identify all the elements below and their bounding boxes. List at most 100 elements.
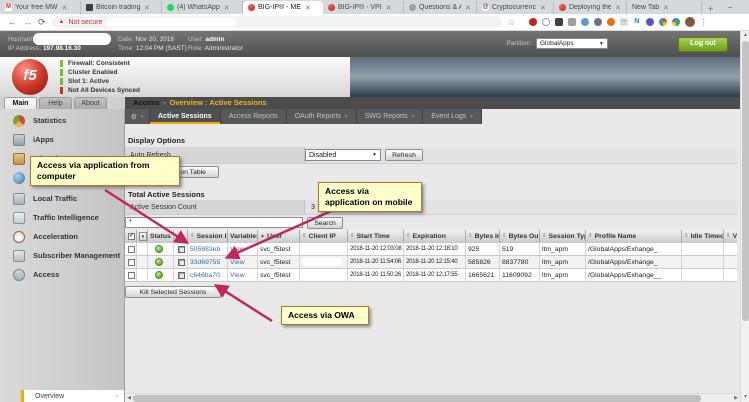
profile-avatar[interactable] — [685, 17, 695, 27]
extension-icon-ring[interactable] — [542, 18, 550, 26]
select-all-checkbox[interactable] — [128, 233, 135, 240]
browser-tab[interactable]: Deploying the ✕ — [554, 1, 627, 14]
tab-close-icon[interactable]: ✕ — [615, 4, 621, 12]
search-input[interactable] — [125, 217, 303, 228]
sidebar-item-statistics[interactable]: Statistics — [0, 111, 125, 130]
auto-refresh-select[interactable]: Disabled ▼ — [305, 149, 381, 161]
bookmark-star-icon[interactable]: ☆ — [508, 18, 515, 27]
tab-event-logs[interactable]: Event Logs ▾ — [423, 109, 482, 124]
browser-tab[interactable]: (4) WhatsApp ✕ — [162, 1, 243, 14]
col-session-id[interactable]: Session ID — [197, 233, 228, 240]
extension-icon-eye[interactable] — [594, 18, 602, 26]
variables-view-link[interactable]: View — [230, 272, 245, 279]
col-start-time[interactable]: Start Time — [357, 233, 390, 240]
scroll-right-icon[interactable]: ▶ — [732, 394, 740, 402]
logout-button[interactable]: Log out — [678, 37, 728, 52]
tab-swg-reports[interactable]: SWG Reports ▾ — [357, 109, 424, 124]
browser-tab[interactable]: New Tab ✕ — [627, 1, 702, 14]
col-valid[interactable]: Valid — [733, 233, 737, 240]
scroll-left-icon[interactable]: ◀ — [125, 394, 133, 402]
col-status[interactable]: Status — [150, 233, 171, 240]
col-bytes-in[interactable]: Bytes In — [475, 233, 500, 240]
sidebar-item-subscriber-management[interactable]: Subscriber Management — [0, 246, 125, 265]
session-id-link[interactable]: c646ba70 — [190, 272, 220, 279]
row-checkbox[interactable] — [128, 272, 135, 279]
tab-close-icon[interactable]: ✕ — [465, 4, 471, 12]
extension-icon-n[interactable]: N — [633, 18, 641, 26]
extension-icon-square[interactable] — [568, 18, 576, 26]
search-button[interactable]: Search — [307, 217, 343, 229]
scroll-down-icon[interactable]: ▼ — [741, 393, 749, 402]
tab-active-sessions[interactable]: Active Sessions — [150, 109, 221, 124]
tab-oauth-reports[interactable]: OAuth Reports ▾ — [287, 109, 357, 124]
header-dropdown-icon[interactable]: ▼ — [139, 232, 147, 241]
browser-tab-active[interactable]: BIG-IP® - ME ✕ — [243, 1, 323, 14]
variables-view-link[interactable]: View — [230, 246, 245, 253]
row-checkbox[interactable] — [128, 246, 135, 253]
back-icon[interactable]: ← — [8, 17, 17, 27]
scrollbar-thumb[interactable] — [133, 395, 701, 402]
tab-about[interactable]: About — [74, 97, 107, 109]
omnibox[interactable]: ▲ Not secure — [52, 16, 502, 28]
tab-close-icon[interactable]: ✕ — [224, 4, 230, 12]
refresh-button[interactable]: Refresh — [385, 149, 423, 161]
browser-tab[interactable]: BIG-IP® - VPI ✕ — [323, 1, 404, 14]
col-session-type[interactable]: Session Type — [549, 233, 586, 240]
tab-access-reports[interactable]: Access Reports — [221, 109, 287, 124]
browser-tab[interactable]: Questions & A ✕ — [404, 1, 477, 14]
browser-tab[interactable]: @ Cryptocurrenc ✕ — [477, 1, 554, 14]
tab-close-icon[interactable]: ✕ — [540, 4, 546, 12]
col-profile-name[interactable]: Profile Name — [595, 233, 637, 240]
extension-icon-orange[interactable] — [607, 18, 615, 26]
partition-select[interactable]: GlobalApps ▼ — [536, 38, 608, 49]
col-bytes-out[interactable]: Bytes Out — [509, 233, 540, 240]
maximize-icon[interactable]: ▢ — [741, 4, 749, 12]
col-idle-timeout[interactable]: Idle Timeout — [691, 233, 724, 240]
scroll-up-icon[interactable]: ▲ — [741, 31, 749, 40]
address-bar: ← → ⟳ ▲ Not secure ☆ -- N ⋮ — [0, 14, 749, 31]
browser-tab[interactable]: M Your free MW ✕ — [0, 1, 81, 14]
extension-icon-blue[interactable] — [646, 18, 654, 26]
col-variables[interactable]: Variables — [230, 233, 258, 240]
sidebar-item-iapps[interactable]: iApps — [0, 130, 125, 149]
reload-icon[interactable]: ⟳ — [38, 17, 46, 28]
tab-close-icon[interactable]: ✕ — [386, 4, 392, 12]
gear-menu-tab[interactable]: ⚙ ▾ — [125, 109, 150, 124]
col-client-ip[interactable]: Client IP — [309, 233, 336, 240]
browser-tab[interactable]: Bitcoin trading ✕ — [81, 1, 162, 14]
not-secure-label[interactable]: Not secure — [69, 19, 103, 26]
tab-close-icon[interactable]: ✕ — [663, 4, 669, 12]
col-expiration[interactable]: Expiration — [413, 233, 446, 240]
minimize-icon[interactable]: – — [719, 4, 741, 11]
tab-close-icon[interactable]: ✕ — [305, 4, 311, 12]
row-checkbox[interactable] — [128, 259, 135, 266]
subscriber-icon — [13, 250, 25, 262]
scrollbar-thumb[interactable] — [742, 41, 749, 321]
new-tab-button[interactable]: + — [702, 4, 719, 14]
extension-icon-cloud[interactable] — [581, 18, 589, 26]
horizontal-scrollbar[interactable]: ◀ ▶ — [125, 393, 740, 402]
extension-icon-google[interactable] — [659, 18, 667, 26]
extension-icon-red[interactable] — [529, 18, 537, 26]
sidebar-item-overview[interactable]: Overview › — [21, 390, 124, 402]
forward-icon[interactable]: → — [23, 17, 32, 27]
chevron-down-icon: ▾ — [470, 114, 473, 120]
tab-help[interactable]: Help — [39, 97, 72, 109]
tab-close-icon[interactable]: ✕ — [62, 4, 68, 12]
sidebar-item-access[interactable]: Access — [0, 265, 125, 284]
session-id-link[interactable]: 505883eb — [190, 246, 220, 253]
variables-view-link[interactable]: View — [230, 259, 245, 266]
sidebar-item-acceleration[interactable]: Acceleration — [0, 227, 125, 246]
tab-close-icon[interactable]: ✕ — [144, 4, 150, 12]
tab-main[interactable]: Main — [4, 97, 37, 109]
sidebar-item-local-traffic[interactable]: Local Traffic — [0, 189, 125, 208]
session-id-link[interactable]: 33d69755 — [190, 259, 220, 266]
extension-icon-balloon[interactable] — [555, 18, 563, 26]
browser-menu-icon[interactable]: ⋮ — [700, 18, 708, 27]
col-user[interactable]: User — [267, 233, 282, 240]
vertical-scrollbar[interactable]: ▲ ▼ — [740, 31, 749, 402]
kill-selected-sessions-button[interactable]: Kill Selected Sessions — [125, 286, 221, 298]
extension-icon-sphere[interactable] — [672, 18, 680, 26]
sidebar-item-traffic-intelligence[interactable]: Traffic Intelligence — [0, 208, 125, 227]
extension-icon-dash[interactable]: -- — [620, 18, 628, 26]
